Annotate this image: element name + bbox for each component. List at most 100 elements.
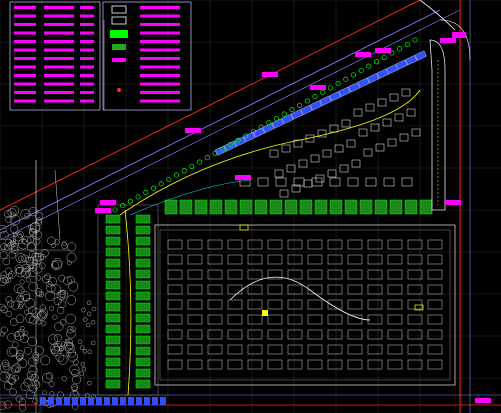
parcel <box>167 359 183 370</box>
building-block <box>386 64 399 75</box>
legend-symbol <box>111 16 127 25</box>
tree-symbol <box>51 284 61 295</box>
parcel <box>167 239 183 250</box>
legend-text-bar <box>140 57 180 60</box>
legend-symbol <box>117 88 121 92</box>
green-block <box>419 199 433 215</box>
tree-symbol <box>14 331 20 337</box>
tree-symbol <box>25 313 36 323</box>
tree-symbol <box>87 349 93 354</box>
tree-symbol <box>51 242 56 248</box>
tree-symbol <box>36 275 42 281</box>
parcel <box>427 269 443 280</box>
green-block <box>224 199 238 215</box>
legend-text-bar <box>44 82 74 86</box>
parcel <box>367 314 383 325</box>
parcel <box>227 269 243 280</box>
building-block <box>290 109 303 120</box>
parcel <box>387 344 403 355</box>
cad-viewport[interactable] <box>0 0 501 413</box>
tree-symbol <box>66 295 77 305</box>
legend-text-bar <box>80 14 94 18</box>
parcel <box>427 314 443 325</box>
tree-symbol <box>90 340 96 346</box>
parcel <box>187 239 203 250</box>
annotation-tag <box>445 200 461 205</box>
parcel <box>307 269 323 280</box>
legend-swatch <box>14 40 36 43</box>
tree-symbol <box>20 209 31 220</box>
tree-symbol <box>47 236 56 246</box>
legend-text-bar <box>44 74 74 77</box>
tree-symbol <box>289 107 295 113</box>
building-block <box>104 397 110 405</box>
parcel <box>247 254 263 265</box>
legend-symbol <box>110 30 128 38</box>
parcel <box>247 269 263 280</box>
tree-symbol <box>18 255 24 262</box>
tree-symbol <box>5 310 12 317</box>
legend-swatch <box>14 65 36 69</box>
legend-text-bar <box>80 74 94 77</box>
site-plan-drawing[interactable] <box>0 0 501 413</box>
building-block <box>105 313 121 323</box>
tree-symbol <box>204 155 210 161</box>
parcel <box>387 299 403 310</box>
parcel <box>327 314 343 325</box>
tower-block-right <box>429 39 446 211</box>
building-block <box>257 177 269 187</box>
tree-symbol <box>49 391 55 397</box>
building-block <box>96 397 102 405</box>
tree-symbol <box>266 120 272 126</box>
building-block <box>105 258 121 268</box>
tree-symbol <box>381 54 387 60</box>
legend-text-bar <box>140 99 180 103</box>
building-block <box>72 397 78 405</box>
tree-symbol <box>44 273 51 280</box>
tree-symbol <box>358 67 364 74</box>
annotation-tag <box>375 48 391 53</box>
tree-symbol <box>397 46 403 52</box>
tree-symbol <box>0 401 7 410</box>
parcel <box>347 314 363 325</box>
parcel <box>367 344 383 355</box>
tree-symbol <box>48 380 55 387</box>
legend-text-bar <box>80 48 94 52</box>
legend-text-bar <box>44 6 74 9</box>
parcel <box>287 284 303 295</box>
building-block <box>105 368 121 378</box>
tree-symbol <box>79 345 85 350</box>
parcel <box>427 239 443 250</box>
parcel <box>387 269 403 280</box>
legend-symbol <box>112 44 126 50</box>
green-block <box>269 199 283 215</box>
parcel <box>247 299 263 310</box>
parcel <box>247 284 263 295</box>
building-block <box>105 291 121 301</box>
tree-symbol <box>343 76 349 82</box>
building-block <box>135 247 151 257</box>
building-block <box>135 225 151 235</box>
tree-symbol <box>5 296 13 303</box>
legend-text-bar <box>80 82 94 86</box>
parcel <box>307 299 323 310</box>
building-block <box>48 397 54 405</box>
legend-symbol <box>111 5 127 14</box>
parcel <box>347 329 363 340</box>
tree-symbol <box>86 300 92 306</box>
building-block <box>135 324 151 334</box>
annotation-tag <box>100 200 116 205</box>
building-block <box>144 397 150 405</box>
tree-symbol <box>27 236 34 244</box>
tree-symbol <box>66 260 72 266</box>
tree-symbol <box>19 279 25 285</box>
parcel <box>187 269 203 280</box>
legend-text-bar <box>80 31 94 35</box>
tree-symbol <box>22 293 31 302</box>
parcel <box>387 239 403 250</box>
building-block <box>135 368 151 378</box>
tree-symbol <box>54 334 63 343</box>
tree-symbol <box>281 111 287 117</box>
tree-symbol <box>404 41 410 47</box>
magenta-annotation-tags <box>35 32 491 403</box>
